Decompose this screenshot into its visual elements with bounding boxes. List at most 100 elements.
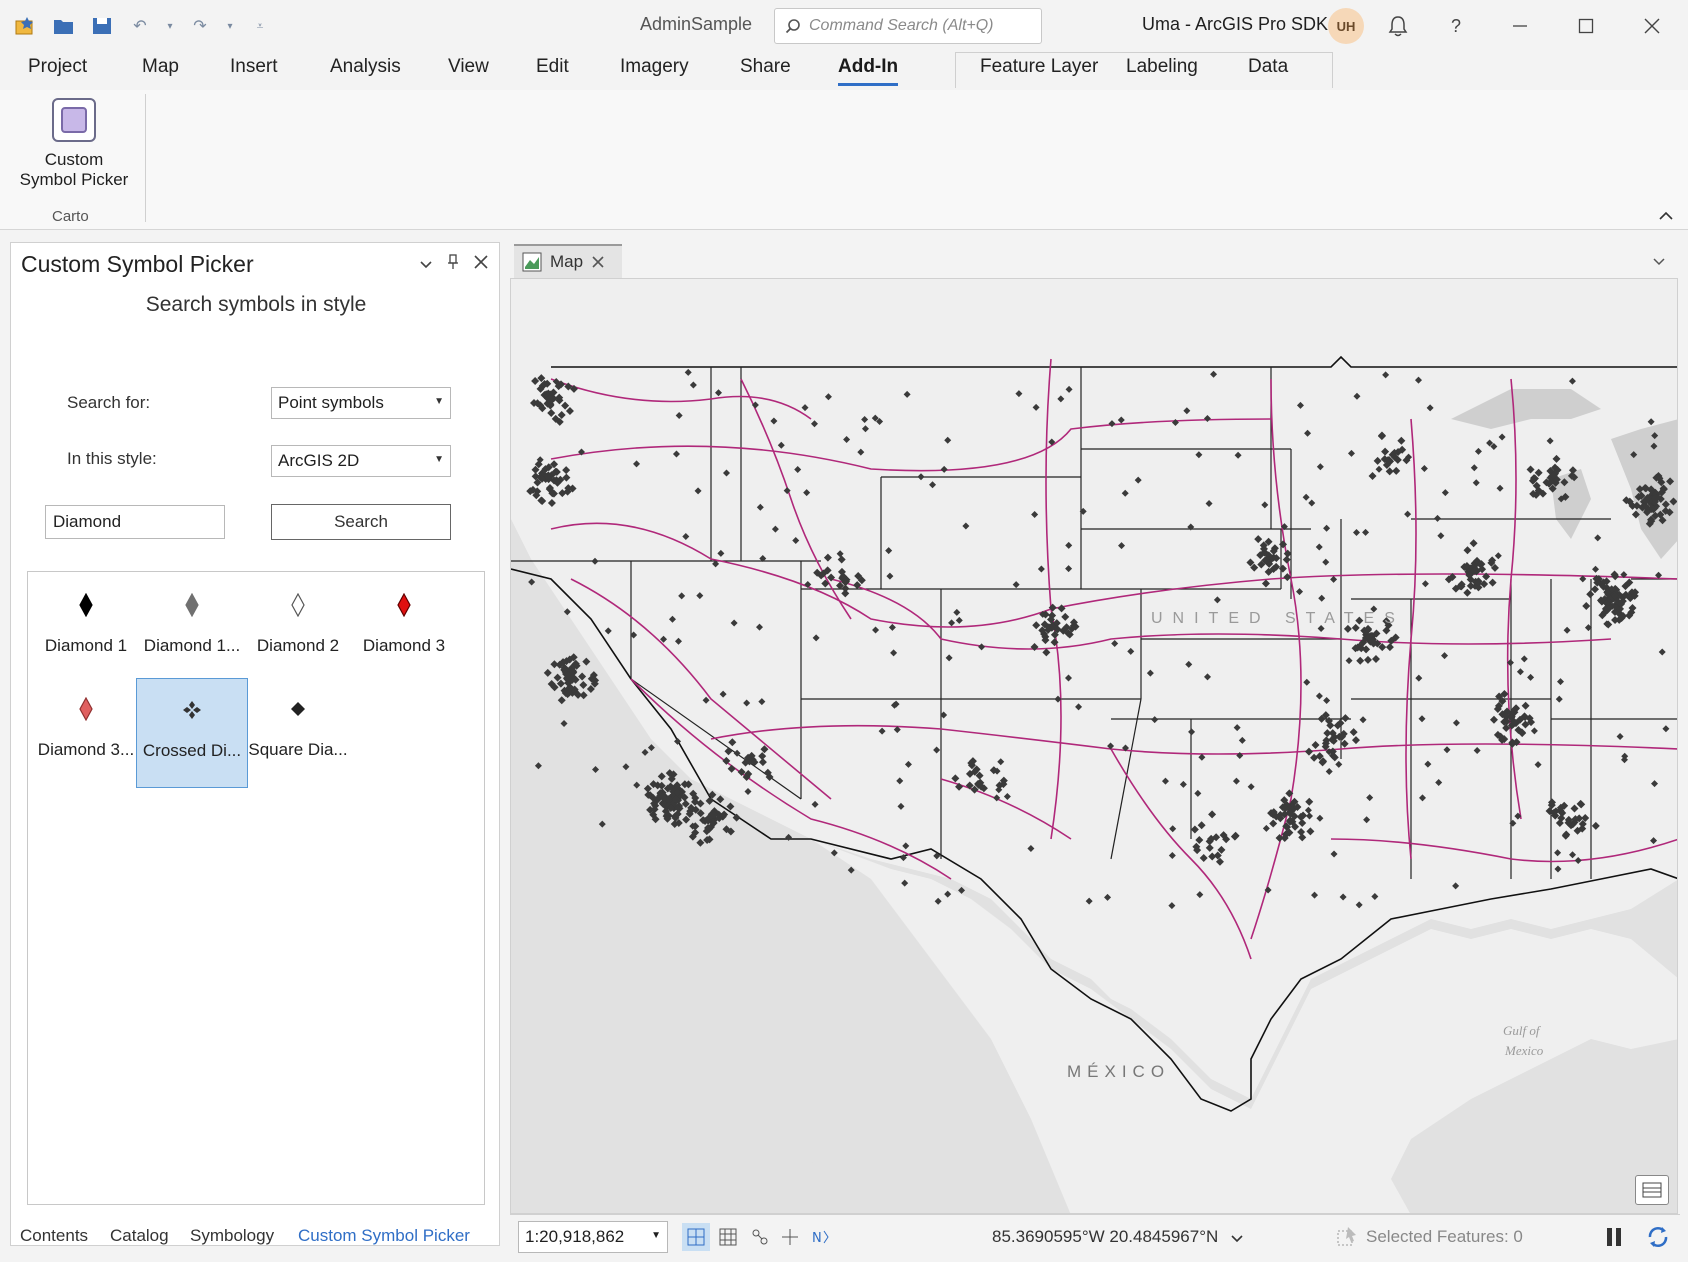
tab-view[interactable]: View xyxy=(448,56,489,78)
open-project-icon[interactable] xyxy=(50,12,78,40)
tab-analysis[interactable]: Analysis xyxy=(330,56,401,78)
symbol-gallery-item[interactable]: Square Dia... xyxy=(242,678,354,788)
symbol-gallery-label: Diamond 3... xyxy=(37,740,135,759)
symbol-gallery-item[interactable]: Diamond 2 xyxy=(242,574,354,684)
navigation-icon[interactable]: N xyxy=(806,1223,834,1251)
dock-tab-symbology[interactable]: Symbology xyxy=(190,1226,274,1246)
close-window-icon[interactable] xyxy=(1636,10,1668,42)
help-icon[interactable]: ? xyxy=(1440,10,1472,42)
tab-labeling[interactable]: Labeling xyxy=(1126,56,1198,78)
pane-options-chevron-icon[interactable] xyxy=(419,253,433,276)
tab-insert[interactable]: Insert xyxy=(230,56,278,78)
custom-symbol-picker-button[interactable]: Custom Symbol Picker xyxy=(12,98,136,198)
notifications-bell-icon[interactable] xyxy=(1382,10,1414,42)
selected-features-count: Selected Features: 0 xyxy=(1366,1227,1523,1246)
search-icon xyxy=(785,19,800,34)
new-project-icon[interactable] xyxy=(12,12,40,40)
redo-icon[interactable]: ↷ xyxy=(186,12,214,40)
undo-dropdown-icon[interactable]: ▾ xyxy=(164,12,176,40)
coordinate-format-chevron-icon[interactable] xyxy=(1230,1229,1244,1249)
scale-combo[interactable]: 1:20,918,862 ▼ xyxy=(518,1221,668,1253)
map-label-gulf-line1: Gulf of xyxy=(1503,1023,1542,1038)
redo-dropdown-icon[interactable]: ▾ xyxy=(224,12,236,40)
pause-drawing-icon[interactable] xyxy=(1606,1227,1622,1252)
button-label-line2: Symbol Picker xyxy=(19,170,129,189)
symbol-gallery-item[interactable]: Diamond 3 xyxy=(348,574,460,684)
command-search-placeholder: Command Search (Alt+Q) xyxy=(809,17,994,34)
search-for-value: Point symbols xyxy=(278,393,384,412)
pane-heading: Search symbols in style xyxy=(145,293,367,316)
symbol-gallery-label: Diamond 3 xyxy=(362,636,446,655)
dock-tab-catalog[interactable]: Catalog xyxy=(110,1226,169,1246)
collapse-ribbon-chevron-icon[interactable] xyxy=(1658,208,1674,226)
map-label-mexico: MÉXICO xyxy=(1067,1062,1170,1081)
diamond-symbol-icon xyxy=(185,593,199,617)
diamond-symbol-icon xyxy=(397,593,411,617)
customize-toolbar-icon[interactable]: ⩡ xyxy=(246,12,274,40)
command-search-input[interactable]: Command Search (Alt+Q) xyxy=(774,8,1042,44)
scale-value: 1:20,918,862 xyxy=(525,1227,625,1246)
diamond-symbol-icon xyxy=(79,593,93,617)
undo-icon[interactable]: ↶ xyxy=(126,12,154,40)
symbol-gallery: Diamond 1 Diamond 1... Diamond 2 Diamond 3 D… xyxy=(27,571,485,1205)
map-label-united-states: UNITED STATES xyxy=(1151,610,1405,627)
tab-map[interactable]: Map xyxy=(142,56,179,78)
refresh-icon[interactable] xyxy=(1646,1225,1670,1254)
selected-features-icon xyxy=(1336,1225,1360,1252)
symbol-gallery-item[interactable]: Diamond 3... xyxy=(30,678,142,788)
avatar[interactable]: UH xyxy=(1328,8,1364,44)
map-tab-bar xyxy=(510,242,1680,278)
map-canvas[interactable]: UNITED STATES MÉXICO Gulf of Mexico xyxy=(511,279,1678,1214)
search-for-combo[interactable]: Point symbols ▼ xyxy=(271,387,451,419)
symbol-search-input[interactable] xyxy=(45,505,225,539)
maximize-icon[interactable] xyxy=(1570,10,1602,42)
user-name[interactable]: Uma - ArcGIS Pro SDK xyxy=(1142,14,1328,35)
diamond-symbol-icon xyxy=(79,697,93,721)
title-bar: ↶ ▾ ↷ ▾ ⩡ AdminSample Command Search (Al… xyxy=(0,0,1688,52)
pin-icon[interactable] xyxy=(447,253,459,276)
close-pane-icon[interactable] xyxy=(473,253,489,276)
map-view[interactable]: UNITED STATES MÉXICO Gulf of Mexico xyxy=(510,278,1678,1214)
diamond-symbol-icon xyxy=(291,593,305,617)
snapping-icon[interactable] xyxy=(746,1223,774,1251)
symbol-gallery-item[interactable]: Crossed Di... xyxy=(136,678,248,788)
constraints-icon[interactable] xyxy=(776,1223,804,1251)
tab-share[interactable]: Share xyxy=(740,56,791,78)
map-tabs-menu-chevron-icon[interactable] xyxy=(1652,252,1666,272)
tab-data[interactable]: Data xyxy=(1248,56,1288,78)
coordinate-readout: 85.3690595°W 20.4845967°N xyxy=(992,1227,1219,1246)
close-map-tab-icon[interactable] xyxy=(591,255,605,269)
tab-project[interactable]: Project xyxy=(28,56,87,78)
tab-edit[interactable]: Edit xyxy=(536,56,569,78)
minimize-icon[interactable] xyxy=(1504,10,1536,42)
map-icon xyxy=(522,252,542,272)
pane-title: Custom Symbol Picker xyxy=(21,251,254,277)
quick-access-toolbar: ↶ ▾ ↷ ▾ ⩡ xyxy=(0,12,274,40)
symbol-gallery-item[interactable]: Diamond 1... xyxy=(136,574,248,684)
project-name: AdminSample xyxy=(640,14,753,34)
tab-feature-layer[interactable]: Feature Layer xyxy=(980,56,1098,78)
dock-tab-contents[interactable]: Contents xyxy=(20,1226,88,1246)
grid-icon[interactable] xyxy=(714,1223,742,1251)
style-value: ArcGIS 2D xyxy=(278,451,360,470)
symbol-gallery-label: Diamond 1... xyxy=(143,636,241,655)
style-combo[interactable]: ArcGIS 2D ▼ xyxy=(271,445,451,477)
dock-tab-custom-symbol-picker[interactable]: Custom Symbol Picker xyxy=(298,1226,470,1246)
tab-add-in[interactable]: Add-In xyxy=(838,56,899,86)
dropdown-arrow-icon: ▼ xyxy=(434,396,444,407)
map-status-bar: 1:20,918,862 ▼ N 85.3690595°W 20.4845967… xyxy=(510,1214,1680,1258)
symbol-gallery-label: Square Dia... xyxy=(248,740,348,759)
save-project-icon[interactable] xyxy=(88,12,116,40)
map-table-toggle-icon[interactable] xyxy=(1635,1175,1669,1205)
grid-snap-icon[interactable] xyxy=(682,1223,710,1251)
dropdown-arrow-icon: ▼ xyxy=(434,454,444,465)
search-for-label: Search for: xyxy=(67,393,151,412)
map-view-tab[interactable]: Map xyxy=(514,244,622,278)
search-button[interactable]: Search xyxy=(271,504,451,540)
symbol-gallery-item[interactable]: Diamond 1 xyxy=(30,574,142,684)
tab-imagery[interactable]: Imagery xyxy=(620,56,689,78)
symbol-gallery-label: Crossed Di... xyxy=(142,741,242,760)
dropdown-arrow-icon: ▼ xyxy=(651,1230,661,1241)
symbol-picker-icon xyxy=(52,98,96,142)
button-label-line1: Custom xyxy=(44,150,104,169)
